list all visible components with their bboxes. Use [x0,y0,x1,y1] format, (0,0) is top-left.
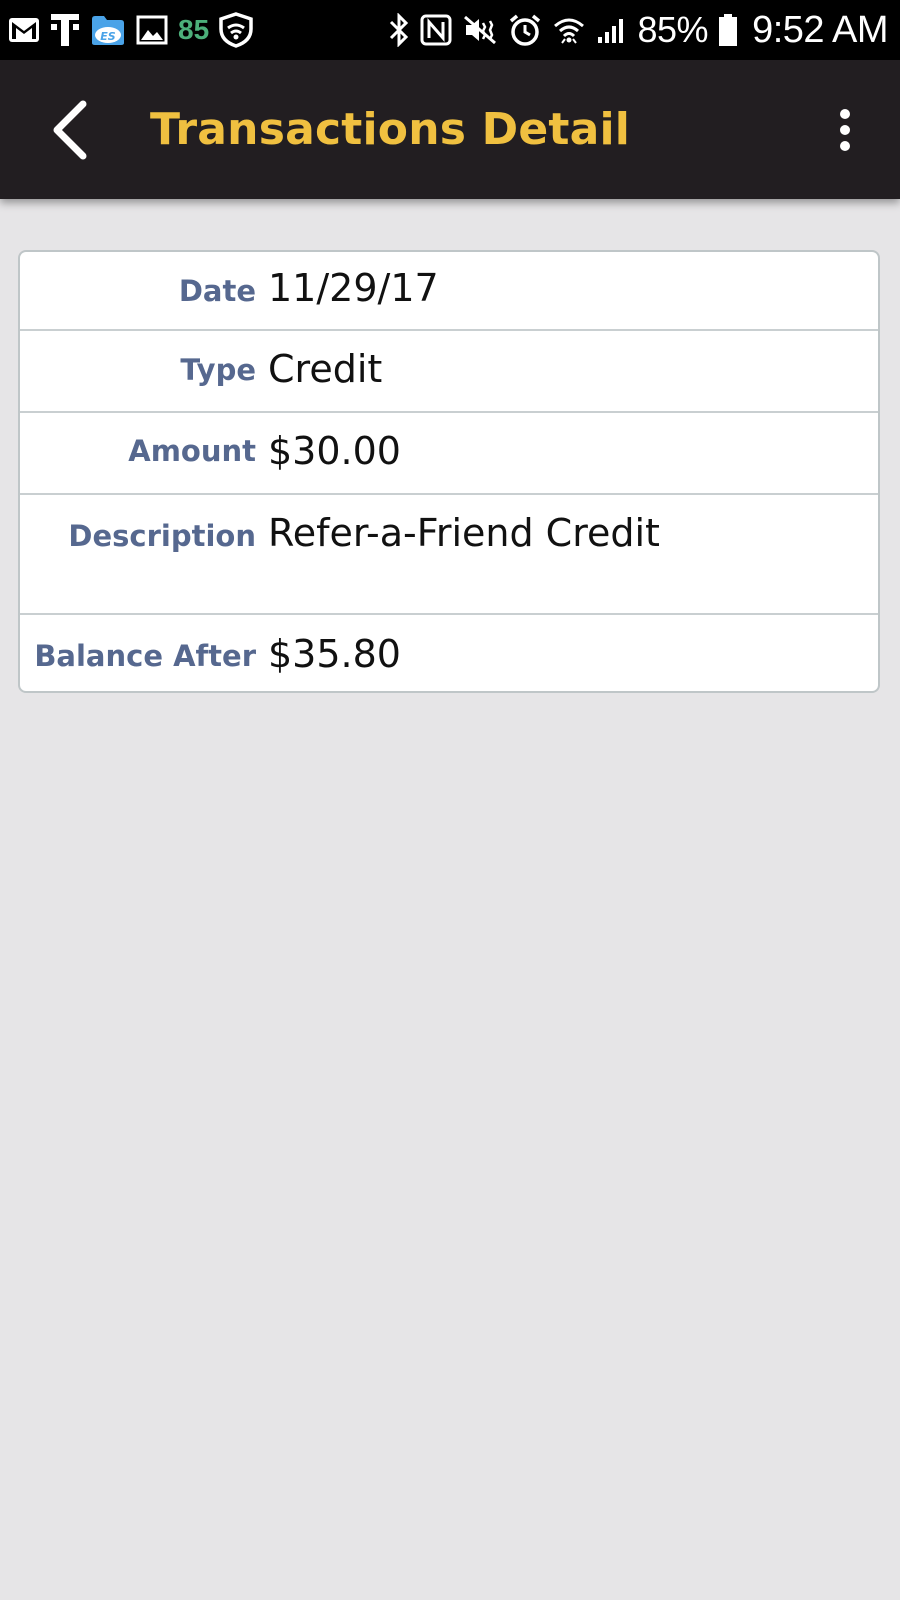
amount-value: $30.00 [268,429,401,473]
es-file-explorer-icon: ES [90,13,126,47]
tmobile-icon [50,12,80,48]
wifi-icon [552,14,586,46]
clock: 9:52 AM [752,8,888,51]
shield-icon [219,12,253,48]
description-value: Refer-a-Friend Credit [268,511,660,555]
status-bar-left: ES 85 [8,0,253,60]
detail-row-description: Description Refer-a-Friend Credit [20,495,878,615]
alarm-icon [508,13,542,47]
detail-row-balance-after: Balance After $35.80 [20,615,878,691]
balance-after-label: Balance After [34,639,256,673]
signal-icon [596,15,628,45]
status-bar: ES 85 85% 9:52 AM [0,0,900,60]
page-title: Transactions Detail [150,104,631,155]
balance-after-value: $35.80 [268,632,401,676]
type-label: Type [180,353,256,387]
gmail-icon [8,17,40,43]
nfc-icon [420,14,452,46]
date-label: Date [178,274,256,308]
more-options-button[interactable] [820,100,870,160]
back-arrow-icon [53,100,87,160]
amount-label: Amount [128,434,256,468]
more-vert-icon [840,109,850,151]
app-bar: Transactions Detail [0,60,900,199]
bluetooth-icon [388,13,410,47]
battery-percent: 85% [637,9,709,50]
detail-row-type: Type Credit [20,331,878,413]
notification-count: 85 [178,14,210,45]
detail-row-amount: Amount $30.00 [20,413,878,495]
type-value: Credit [268,347,383,391]
svg-text:ES: ES [100,30,116,43]
date-value: 11/29/17 [268,266,439,310]
battery-icon [718,13,738,47]
detail-row-date: Date 11/29/17 [20,252,878,331]
description-label: Description [68,519,256,553]
status-bar-right: 85% 9:52 AM [388,0,888,60]
back-button[interactable] [30,90,110,170]
gallery-icon [136,15,168,45]
vibrate-icon [462,14,498,46]
transaction-detail-card: Date 11/29/17 Type Credit Amount $30.00 … [18,250,880,693]
